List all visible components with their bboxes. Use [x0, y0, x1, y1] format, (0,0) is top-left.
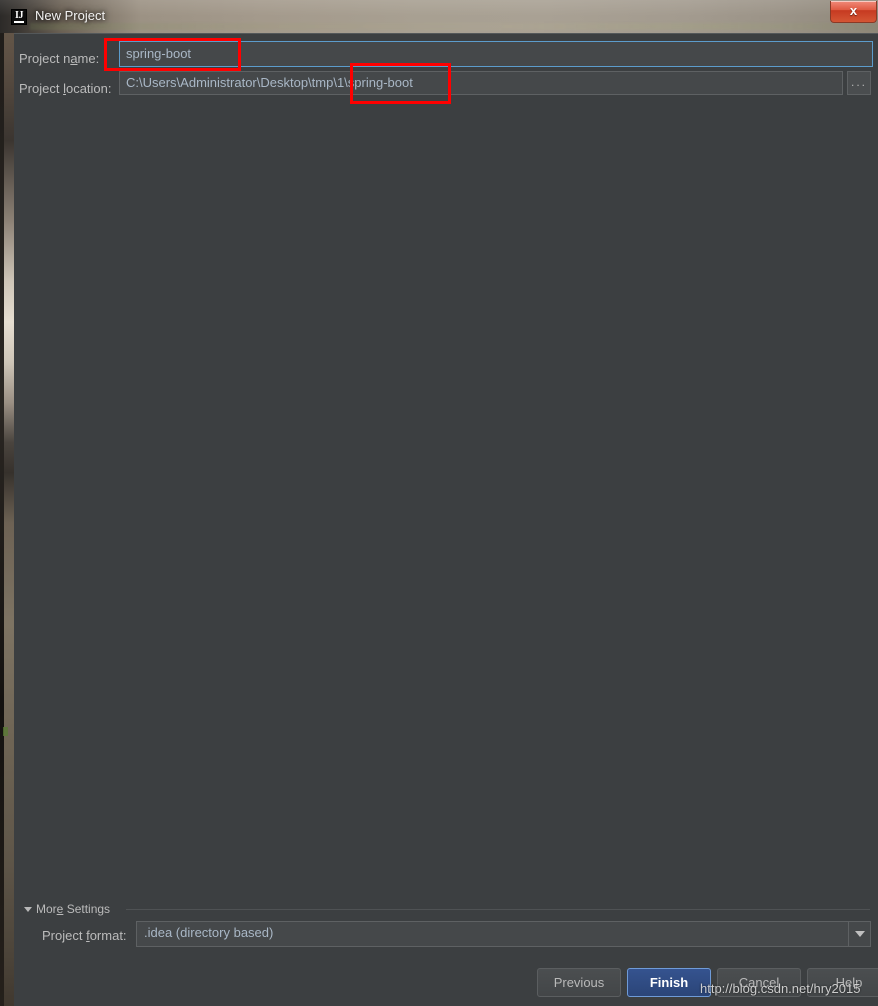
desktop-background-strip — [0, 0, 14, 1006]
project-name-label: Project name: — [19, 51, 99, 66]
project-name-label-pre: Project n — [19, 51, 71, 66]
finish-button[interactable]: Finish — [627, 968, 711, 997]
previous-button[interactable]: Previous — [537, 968, 621, 997]
title-bar-sheen — [0, 0, 878, 16]
project-name-value: spring-boot — [126, 46, 192, 61]
browse-location-button[interactable]: ... — [847, 71, 871, 95]
close-icon: x — [849, 3, 858, 18]
more-settings-label: More Settings — [36, 902, 110, 916]
ellipsis-icon: ... — [850, 75, 867, 89]
project-format-label-pre: Project — [42, 928, 87, 943]
more-settings-label-pre: Mor — [36, 902, 57, 916]
project-location-label: Project location: — [19, 81, 112, 96]
project-location-value: C:\Users\Administrator\Desktop\tmp\1\spr… — [126, 75, 413, 90]
more-settings-toggle[interactable]: More Settings — [22, 901, 870, 919]
project-name-label-post: me: — [77, 51, 100, 66]
intellij-idea-icon-bar — [14, 21, 24, 23]
project-format-arrow-box[interactable] — [848, 922, 870, 946]
project-name-label-mnemonic: a — [70, 51, 78, 66]
title-bar-glow — [30, 23, 878, 30]
more-settings-label-post: Settings — [63, 902, 111, 916]
desktop-fleck — [3, 727, 8, 736]
project-format-label-post: ormat: — [89, 928, 127, 943]
dialog-body: Project name: spring-boot Project locati… — [14, 33, 878, 1006]
dialog-top-border — [14, 33, 878, 34]
more-settings-separator — [126, 909, 870, 910]
chevron-down-icon — [24, 907, 32, 912]
project-location-label-pre: Project — [19, 81, 64, 96]
close-button[interactable]: x — [830, 1, 877, 23]
intellij-idea-icon: IJ — [11, 9, 27, 25]
new-project-window: IJ New Project x Project name: spring-bo… — [0, 0, 878, 1006]
project-format-label: Project format: — [42, 928, 127, 943]
window-title: New Project — [35, 8, 106, 23]
project-name-input[interactable]: spring-boot — [119, 41, 873, 67]
project-location-input[interactable]: C:\Users\Administrator\Desktop\tmp\1\spr… — [119, 71, 843, 95]
title-bar[interactable]: IJ New Project x — [0, 0, 878, 33]
desktop-strip-inner — [0, 0, 4, 1006]
project-location-label-post: ocation: — [65, 81, 112, 96]
project-format-select[interactable]: .idea (directory based) — [136, 921, 871, 947]
project-format-value: .idea (directory based) — [144, 925, 274, 940]
watermark-text: http://blog.csdn.net/hry2015 — [700, 981, 861, 996]
chevron-down-icon — [855, 931, 865, 937]
